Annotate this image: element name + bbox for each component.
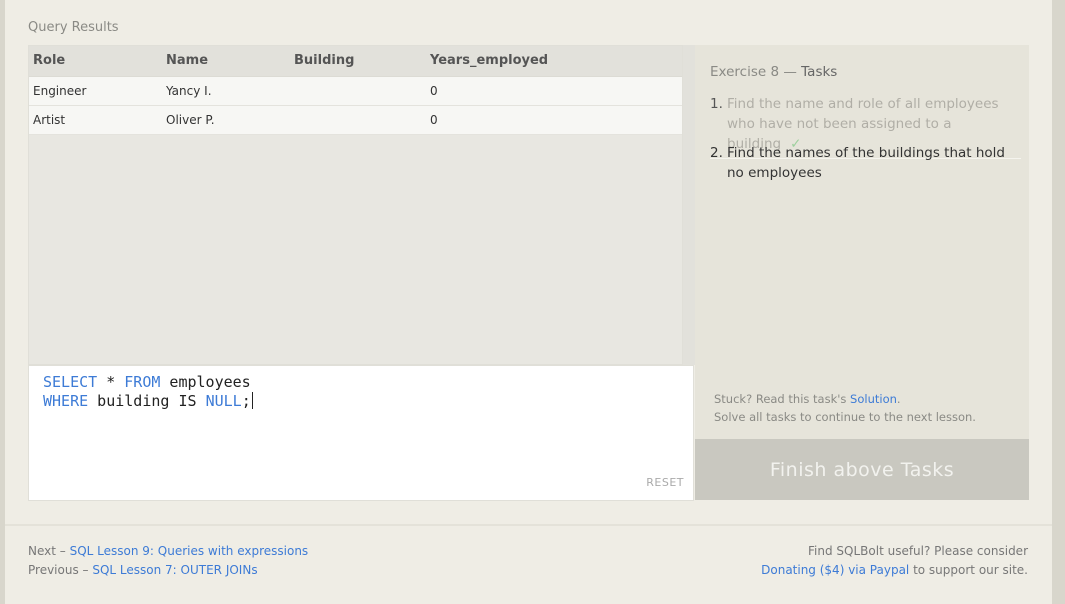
useful-text: Find SQLBolt useful? Please consider [808,544,1028,558]
lesson-footer: Next – SQL Lesson 9: Queries with expres… [5,524,1052,604]
task-number: 2. [710,145,723,161]
help-text: Stuck? Read this task's Solution. Solve … [714,390,976,426]
next-lesson-line: Next – SQL Lesson 9: Queries with expres… [28,542,308,561]
sql-keyword: FROM [124,373,161,391]
solution-link[interactable]: Solution [850,392,897,406]
editor-line-2: WHERE building IS NULL; [43,392,693,411]
cell-role: Artist [29,105,162,135]
donate-link[interactable]: Donating ($4) via Paypal [761,563,909,577]
editor-line-1: SELECT * FROM employees [43,373,693,392]
sql-text: ; [241,392,251,410]
column-header-building: Building [290,46,426,77]
cell-name: Oliver P. [162,105,290,135]
lesson-navigation: Next – SQL Lesson 9: Queries with expres… [28,542,308,580]
previous-prefix: Previous – [28,563,93,577]
text-caret [251,392,253,409]
donate-line: Donating ($4) via Paypal to support our … [761,561,1028,580]
sql-keyword: WHERE [43,392,89,410]
stuck-line: Stuck? Read this task's Solution. [714,390,976,408]
sql-text: * [97,373,125,391]
support-text: to support our site. [909,563,1028,577]
sql-text: employees [160,373,251,391]
cell-years-employed: 0 [426,76,682,106]
results-header-row: Role Name Building Years_employed [29,46,682,77]
finish-tasks-button[interactable]: Finish above Tasks [695,439,1029,500]
cell-building [290,76,426,106]
title-dash: — [779,64,802,80]
reset-button[interactable]: RESET [646,473,684,492]
results-scroll-strip [683,45,695,365]
task-item-2: 2. Find the names of the buildings that … [710,143,1021,183]
previous-lesson-line: Previous – SQL Lesson 7: OUTER JOINs [28,561,308,580]
task-number: 1. [710,96,723,112]
sql-editor[interactable]: SELECT * FROM employees WHERE building I… [28,365,694,501]
next-lesson-link[interactable]: SQL Lesson 9: Queries with expressions [70,544,309,558]
exercise-label: Exercise 8 [710,64,780,80]
query-results-title: Query Results [28,20,119,35]
task-description: Find the names of the buildings that hol… [727,145,1005,181]
stuck-suffix: . [896,392,901,406]
donation-message: Find SQLBolt useful? Please consider Don… [761,542,1028,580]
table-row: Engineer Yancy I. 0 [29,76,682,106]
tasks-label: Tasks [801,64,838,80]
continue-text: Solve all tasks to continue to the next … [714,410,976,424]
sql-keyword: SELECT [43,373,98,391]
column-header-role: Role [29,46,162,77]
cell-years-employed: 0 [426,105,682,135]
column-header-name: Name [162,46,290,77]
column-header-years-employed: Years_employed [426,46,682,77]
stuck-prefix: Stuck? Read this task's [714,392,851,406]
sql-text: building IS [88,392,206,410]
tasks-title: Exercise 8 — Tasks [710,64,837,80]
cell-role: Engineer [29,76,162,106]
results-table: Role Name Building Years_employed Engine… [29,46,682,135]
table-row: Artist Oliver P. 0 [29,105,682,135]
cell-building [290,105,426,135]
cell-name: Yancy I. [162,76,290,106]
previous-lesson-link[interactable]: SQL Lesson 7: OUTER JOINs [92,563,257,577]
lesson-panel: Query Results Role Name Building Years_e… [5,0,1052,524]
next-prefix: Next – [28,544,70,558]
sql-keyword: NULL [205,392,242,410]
tasks-panel: Exercise 8 — Tasks 1. Find the name and … [695,45,1029,439]
results-table-container: Role Name Building Years_employed Engine… [28,45,683,365]
